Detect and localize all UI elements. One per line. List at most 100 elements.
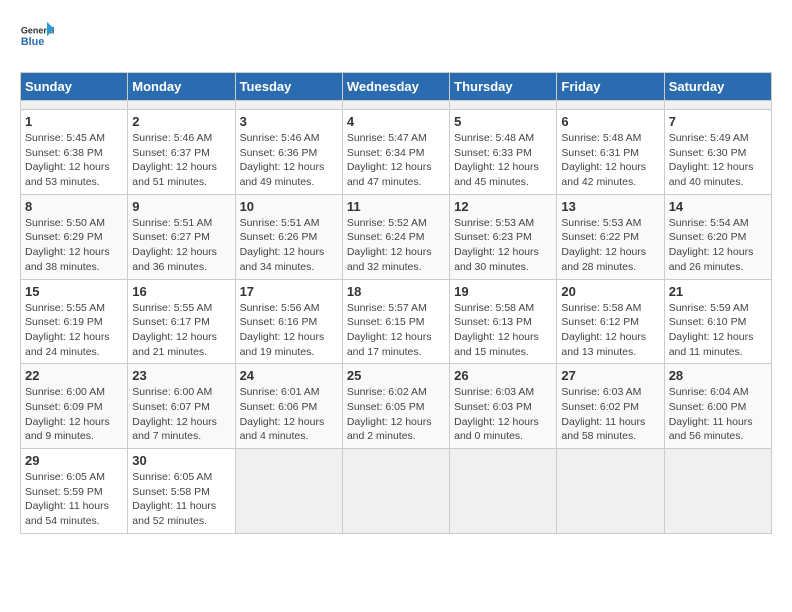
weekday-header: Thursday: [450, 73, 557, 101]
day-info: Sunrise: 5:53 AM Sunset: 6:23 PM Dayligh…: [454, 216, 552, 275]
calendar-cell: 18Sunrise: 5:57 AM Sunset: 6:15 PM Dayli…: [342, 279, 449, 364]
calendar-header: SundayMondayTuesdayWednesdayThursdayFrid…: [21, 73, 772, 101]
day-number: 5: [454, 114, 552, 129]
weekday-header: Sunday: [21, 73, 128, 101]
day-number: 19: [454, 284, 552, 299]
calendar-cell: 22Sunrise: 6:00 AM Sunset: 6:09 PM Dayli…: [21, 364, 128, 449]
day-number: 23: [132, 368, 230, 383]
calendar-cell: 23 Sunrise: 6:00 AM Sunset: 6:07 PM Dayli…: [128, 364, 235, 449]
calendar-cell: 6 Sunrise: 5:48 AM Sunset: 6:31 PM Daylig…: [557, 110, 664, 195]
day-number: 14: [669, 199, 767, 214]
weekday-header: Tuesday: [235, 73, 342, 101]
day-number: 30: [132, 453, 230, 468]
day-number: 17: [240, 284, 338, 299]
weekday-header: Friday: [557, 73, 664, 101]
day-info: Sunrise: 6:02 AM Sunset: 6:05 PM Dayligh…: [347, 385, 445, 444]
calendar-body: 1Sunrise: 5:45 AM Sunset: 6:38 PM Daylig…: [21, 101, 772, 534]
day-number: 2: [132, 114, 230, 129]
calendar-cell: 19 Sunrise: 5:58 AM Sunset: 6:13 PM Dayli…: [450, 279, 557, 364]
day-number: 20: [561, 284, 659, 299]
calendar-cell: [450, 449, 557, 534]
calendar-week-row: [21, 101, 772, 110]
day-info: Sunrise: 5:50 AM Sunset: 6:29 PM Dayligh…: [25, 216, 123, 275]
calendar-cell: [342, 449, 449, 534]
calendar-cell: 7 Sunrise: 5:49 AM Sunset: 6:30 PM Daylig…: [664, 110, 771, 195]
day-number: 29: [25, 453, 123, 468]
day-number: 9: [132, 199, 230, 214]
calendar-cell: 10 Sunrise: 5:51 AM Sunset: 6:26 PM Dayli…: [235, 194, 342, 279]
calendar-cell: 9 Sunrise: 5:51 AM Sunset: 6:27 PM Daylig…: [128, 194, 235, 279]
calendar-cell: [342, 101, 449, 110]
calendar-cell: 29 Sunrise: 6:05 AM Sunset: 5:59 PM Dayli…: [21, 449, 128, 534]
day-info: Sunrise: 6:05 AM Sunset: 5:58 PM Dayligh…: [132, 470, 230, 529]
calendar-cell: [664, 101, 771, 110]
day-info: Sunrise: 6:05 AM Sunset: 5:59 PM Dayligh…: [25, 470, 123, 529]
weekday-header: Saturday: [664, 73, 771, 101]
calendar-cell: 11 Sunrise: 5:52 AM Sunset: 6:24 PM Dayli…: [342, 194, 449, 279]
day-info: Sunrise: 5:58 AM Sunset: 6:12 PM Dayligh…: [561, 301, 659, 360]
logo: General Blue: [20, 20, 60, 56]
calendar-week-row: 15Sunrise: 5:55 AM Sunset: 6:19 PM Dayli…: [21, 279, 772, 364]
calendar-cell: 5 Sunrise: 5:48 AM Sunset: 6:33 PM Daylig…: [450, 110, 557, 195]
day-info: Sunrise: 5:51 AM Sunset: 6:27 PM Dayligh…: [132, 216, 230, 275]
calendar-cell: 28Sunrise: 6:04 AM Sunset: 6:00 PM Dayli…: [664, 364, 771, 449]
calendar-cell: 12 Sunrise: 5:53 AM Sunset: 6:23 PM Dayli…: [450, 194, 557, 279]
calendar-cell: 15Sunrise: 5:55 AM Sunset: 6:19 PM Dayli…: [21, 279, 128, 364]
calendar-cell: [21, 101, 128, 110]
day-number: 26: [454, 368, 552, 383]
day-info: Sunrise: 6:03 AM Sunset: 6:02 PM Dayligh…: [561, 385, 659, 444]
calendar-cell: [235, 449, 342, 534]
day-info: Sunrise: 5:45 AM Sunset: 6:38 PM Dayligh…: [25, 131, 123, 190]
calendar-cell: 2Sunrise: 5:46 AM Sunset: 6:37 PM Daylig…: [128, 110, 235, 195]
calendar-cell: 17Sunrise: 5:56 AM Sunset: 6:16 PM Dayli…: [235, 279, 342, 364]
calendar-table: SundayMondayTuesdayWednesdayThursdayFrid…: [20, 72, 772, 534]
calendar-cell: 25 Sunrise: 6:02 AM Sunset: 6:05 PM Dayli…: [342, 364, 449, 449]
calendar-cell: 1Sunrise: 5:45 AM Sunset: 6:38 PM Daylig…: [21, 110, 128, 195]
calendar-cell: 24 Sunrise: 6:01 AM Sunset: 6:06 PM Dayli…: [235, 364, 342, 449]
day-number: 16: [132, 284, 230, 299]
calendar-cell: 8 Sunrise: 5:50 AM Sunset: 6:29 PM Daylig…: [21, 194, 128, 279]
calendar-cell: 4Sunrise: 5:47 AM Sunset: 6:34 PM Daylig…: [342, 110, 449, 195]
weekday-header: Wednesday: [342, 73, 449, 101]
day-number: 13: [561, 199, 659, 214]
day-info: Sunrise: 5:53 AM Sunset: 6:22 PM Dayligh…: [561, 216, 659, 275]
day-number: 25: [347, 368, 445, 383]
day-number: 11: [347, 199, 445, 214]
calendar-cell: 27Sunrise: 6:03 AM Sunset: 6:02 PM Dayli…: [557, 364, 664, 449]
day-info: Sunrise: 5:57 AM Sunset: 6:15 PM Dayligh…: [347, 301, 445, 360]
calendar-week-row: 1Sunrise: 5:45 AM Sunset: 6:38 PM Daylig…: [21, 110, 772, 195]
calendar-week-row: 8 Sunrise: 5:50 AM Sunset: 6:29 PM Daylig…: [21, 194, 772, 279]
calendar-cell: [557, 449, 664, 534]
day-info: Sunrise: 6:01 AM Sunset: 6:06 PM Dayligh…: [240, 385, 338, 444]
calendar-cell: 30 Sunrise: 6:05 AM Sunset: 5:58 PM Dayli…: [128, 449, 235, 534]
day-info: Sunrise: 5:55 AM Sunset: 6:17 PM Dayligh…: [132, 301, 230, 360]
day-info: Sunrise: 5:48 AM Sunset: 6:31 PM Dayligh…: [561, 131, 659, 190]
svg-text:Blue: Blue: [21, 36, 44, 48]
day-number: 21: [669, 284, 767, 299]
day-number: 24: [240, 368, 338, 383]
calendar-cell: [664, 449, 771, 534]
day-number: 12: [454, 199, 552, 214]
calendar-cell: [557, 101, 664, 110]
day-number: 8: [25, 199, 123, 214]
day-number: 6: [561, 114, 659, 129]
logo-icon: General Blue: [20, 20, 56, 56]
day-info: Sunrise: 5:52 AM Sunset: 6:24 PM Dayligh…: [347, 216, 445, 275]
day-number: 10: [240, 199, 338, 214]
day-number: 7: [669, 114, 767, 129]
day-info: Sunrise: 5:58 AM Sunset: 6:13 PM Dayligh…: [454, 301, 552, 360]
day-info: Sunrise: 6:03 AM Sunset: 6:03 PM Dayligh…: [454, 385, 552, 444]
calendar-cell: 21Sunrise: 5:59 AM Sunset: 6:10 PM Dayli…: [664, 279, 771, 364]
day-info: Sunrise: 5:51 AM Sunset: 6:26 PM Dayligh…: [240, 216, 338, 275]
day-info: Sunrise: 5:49 AM Sunset: 6:30 PM Dayligh…: [669, 131, 767, 190]
header-row: SundayMondayTuesdayWednesdayThursdayFrid…: [21, 73, 772, 101]
calendar-cell: 16 Sunrise: 5:55 AM Sunset: 6:17 PM Dayli…: [128, 279, 235, 364]
day-info: Sunrise: 6:00 AM Sunset: 6:07 PM Dayligh…: [132, 385, 230, 444]
calendar-week-row: 22Sunrise: 6:00 AM Sunset: 6:09 PM Dayli…: [21, 364, 772, 449]
calendar-cell: [235, 101, 342, 110]
day-info: Sunrise: 5:48 AM Sunset: 6:33 PM Dayligh…: [454, 131, 552, 190]
day-info: Sunrise: 5:55 AM Sunset: 6:19 PM Dayligh…: [25, 301, 123, 360]
day-number: 3: [240, 114, 338, 129]
day-number: 4: [347, 114, 445, 129]
calendar-cell: 14Sunrise: 5:54 AM Sunset: 6:20 PM Dayli…: [664, 194, 771, 279]
